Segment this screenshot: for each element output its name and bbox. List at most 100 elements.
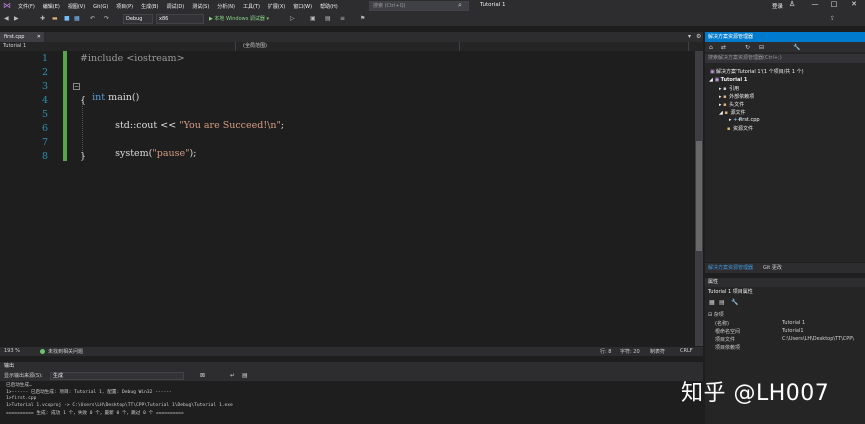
zoom-level[interactable]: 193 % — [4, 348, 20, 354]
menu-view[interactable]: 视图(V) — [68, 3, 85, 10]
menu-test[interactable]: 测试(S) — [192, 3, 209, 10]
tree-solution[interactable]: ▣解决方案'Tutorial 1'(1 个项目/共 1 个) — [710, 68, 804, 75]
search-input[interactable]: 搜索 (Ctrl+Q) — [369, 1, 469, 11]
tree-project[interactable]: ◢ ▣Tutorial 1 — [709, 77, 747, 83]
attach-icon[interactable]: ▷ — [290, 15, 295, 22]
solution-explorer: 解决方案资源管理器 ⌂ ⇄ ↻ ⊟ 🔧 搜索解决方案资源管理器(Ctrl+;) … — [705, 32, 865, 262]
navigation-bar: Tutorial 1 (全局范围) — [0, 42, 703, 51]
collapse-all-icon[interactable]: ⊟ — [759, 44, 764, 51]
save-icon[interactable]: ■ — [64, 15, 70, 22]
code-close: ); — [189, 148, 197, 159]
menu-analyze[interactable]: 分析(N) — [217, 3, 235, 10]
code-editor[interactable]: 1 2 3 4 5 6 7 8 − #include <iostream> in… — [0, 51, 695, 346]
tree-resource-files[interactable]: ▪ 资源文件 — [727, 125, 753, 132]
properties-icon[interactable]: 🔧 — [793, 44, 800, 51]
output-line: 1>first.cpp — [6, 396, 37, 401]
menu-edit[interactable]: 编辑(E) — [43, 3, 60, 10]
project-dropdown[interactable]: Tutorial 1 — [0, 42, 236, 51]
scope-dropdown[interactable]: (全局范围) — [240, 42, 460, 51]
tab-git-changes[interactable]: Git 更改 — [763, 264, 782, 272]
menu-extensions[interactable]: 扩展(X) — [268, 3, 285, 10]
solution-explorer-toolbar: ⌂ ⇄ ↻ ⊟ 🔧 — [705, 42, 865, 52]
sync-icon[interactable]: ⇄ — [721, 44, 726, 51]
signin-link[interactable]: 登录 — [772, 2, 783, 10]
solution-search-input[interactable]: 搜索解决方案资源管理器(Ctrl+;) — [705, 54, 865, 63]
wrap-icon[interactable]: ↵ — [230, 372, 235, 379]
menu-file[interactable]: 文件(F) — [18, 3, 35, 10]
prop-name: (名称) — [715, 321, 729, 327]
code-main: main() — [105, 92, 140, 103]
redo-icon[interactable]: ↷ — [104, 15, 109, 22]
menu-debug[interactable]: 调试(D) — [166, 3, 184, 10]
line-number: 1 — [41, 53, 48, 64]
home-icon[interactable]: ⌂ — [709, 44, 713, 51]
tab-overflow-icon[interactable]: ▾ — [688, 33, 691, 40]
categorized-icon[interactable]: ▦ — [709, 299, 715, 306]
platform-dropdown[interactable]: x86 — [156, 14, 204, 24]
property-pages-icon[interactable]: 🔧 — [731, 299, 738, 306]
minimize-icon[interactable]: — — [807, 0, 823, 8]
menu-git[interactable]: Git(G) — [93, 4, 108, 10]
code-line-8: } — [80, 151, 87, 162]
scrollbar-thumb[interactable] — [696, 141, 702, 251]
tab-close-icon[interactable]: ✕ — [37, 32, 41, 42]
line-number-gutter: 1 2 3 4 5 6 7 8 — [0, 51, 67, 346]
new-item-icon[interactable]: ✚ — [40, 15, 45, 22]
menu-window[interactable]: 窗口(W) — [293, 3, 312, 10]
output-text[interactable]: 已启动生成… 1>------ 已启动生成: 项目: Tutorial 1, 配… — [0, 381, 703, 424]
menu-build[interactable]: 生成(B) — [141, 3, 158, 10]
prop-value[interactable]: Tutorial 1 — [782, 320, 865, 326]
editor-scrollbar[interactable] — [695, 51, 703, 346]
collapse-icon[interactable]: − — [73, 83, 80, 90]
maximize-icon[interactable]: □ — [826, 0, 842, 8]
alphabetical-icon[interactable]: ▤ — [719, 299, 725, 306]
undo-icon[interactable]: ↶ — [90, 15, 95, 22]
prop-value[interactable]: Tutorial1 — [782, 328, 865, 334]
config-dropdown[interactable]: Debug — [123, 14, 153, 24]
tab-solution-explorer[interactable]: 解决方案资源管理器 — [708, 264, 753, 272]
account-icon[interactable]: ♙ — [784, 0, 800, 8]
start-debug-button[interactable]: ▶ 本地 Windows 调试器 ▾ — [209, 14, 269, 24]
line-number: 4 — [41, 95, 48, 106]
tool-icon-2[interactable]: ▤ — [325, 15, 331, 22]
output-line: 1>Tutorial 1.vcxproj -> C:\Users\LH\Desk… — [6, 403, 233, 408]
tree-first-cpp[interactable]: ▸ ++first.cpp — [729, 117, 760, 123]
output-source-dropdown[interactable]: 生成 — [50, 372, 184, 380]
search-icon[interactable]: ⌕ — [458, 1, 462, 10]
line-number: 2 — [41, 67, 48, 78]
menu-project[interactable]: 项目(P) — [116, 3, 133, 10]
line-indicator: 行: 8 — [600, 349, 612, 355]
close-icon[interactable]: ✕ — [846, 0, 862, 8]
member-dropdown[interactable] — [464, 42, 689, 51]
tab-first-cpp[interactable]: first.cpp ✕ — [0, 32, 44, 42]
refresh-icon[interactable]: ↻ — [745, 44, 750, 51]
prop-value[interactable]: C:\Users\LH\Desktop\TT\CPP\ — [782, 336, 865, 342]
menu-tools[interactable]: 工具(T) — [243, 3, 260, 10]
char-indicator: 字符: 20 — [620, 349, 640, 355]
watermark: 知乎 @LH007 — [681, 381, 830, 406]
open-icon[interactable]: ▬ — [52, 15, 58, 22]
tree-source-files[interactable]: ◢ ▪ 源文件 — [719, 109, 745, 116]
code-string: "pause" — [152, 148, 190, 159]
comment-icon[interactable]: ≡ — [340, 15, 345, 22]
forward-icon[interactable]: ▶ — [14, 15, 19, 22]
live-share-icon[interactable]: ⇪ — [830, 15, 835, 22]
tool-icon-1[interactable]: ▣ — [310, 15, 316, 22]
editor-status-bar: 193 % 未找到相关问题 行: 8 字符: 20 制表符 CRLF — [0, 347, 703, 356]
tree-references[interactable]: ▸ ▪ 引用 — [719, 85, 739, 92]
back-icon[interactable]: ◀ — [4, 15, 9, 22]
section-misc[interactable]: ⊟ 杂项 — [708, 311, 724, 318]
properties-object-selector[interactable]: Tutorial 1 项目属性 — [705, 287, 865, 297]
tree-external-deps[interactable]: ▸ ▪ 外部依赖项 — [719, 93, 754, 100]
issues-status[interactable]: 未找到相关问题 — [48, 348, 83, 355]
settings-icon[interactable]: ⚙ — [696, 33, 701, 40]
menu-help[interactable]: 帮助(H) — [320, 3, 338, 10]
prop-name: 项目依赖项 — [715, 345, 741, 351]
filter-icon[interactable]: ▤ — [242, 372, 248, 379]
toolbar: ◀ ▶ ✚ ▬ ■ ▦ ↶ ↷ Debug x86 ▶ 本地 Windows 调… — [0, 12, 865, 26]
bookmark-icon[interactable]: ⚑ — [360, 15, 365, 22]
save-all-icon[interactable]: ▦ — [74, 15, 80, 22]
clear-icon[interactable]: ⊠ — [200, 372, 205, 379]
eol-indicator: CRLF — [680, 348, 693, 354]
tree-header-files[interactable]: ▸ ▪ 头文件 — [719, 101, 744, 108]
